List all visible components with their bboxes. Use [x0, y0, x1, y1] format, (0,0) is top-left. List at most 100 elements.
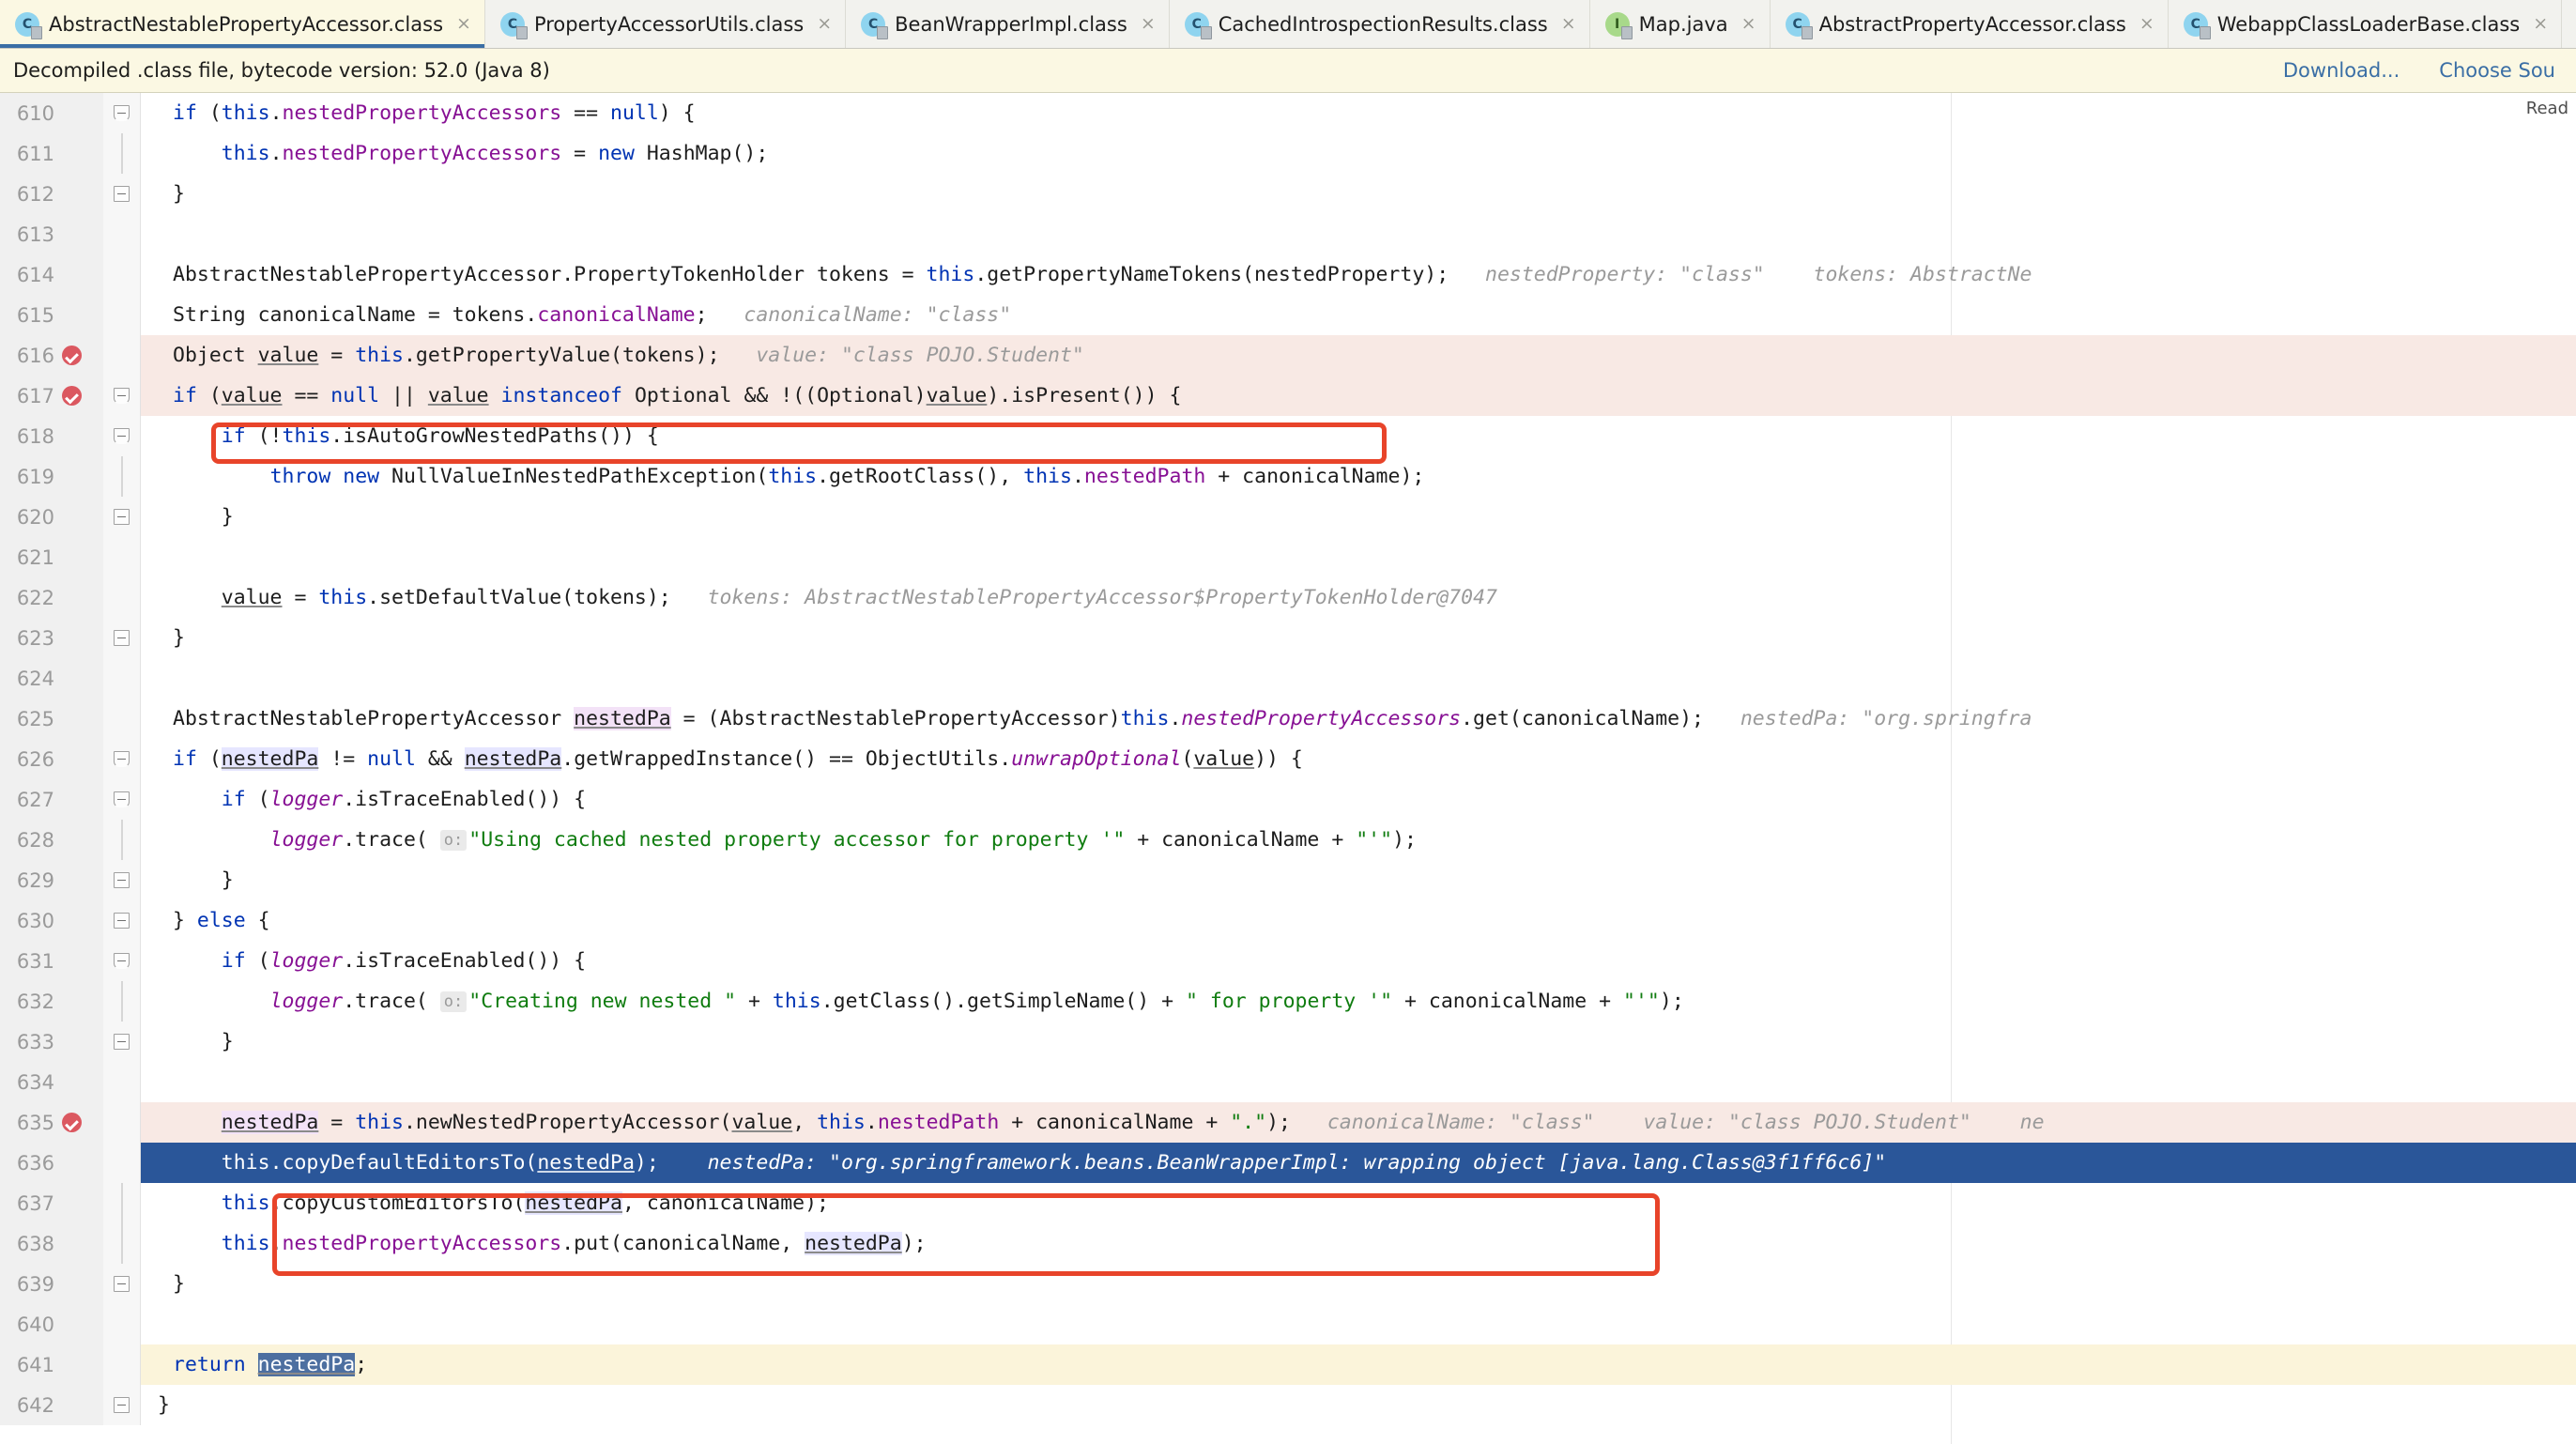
- line-gutter[interactable]: 623: [0, 618, 103, 658]
- breakpoint-slot[interactable]: [58, 386, 84, 406]
- fold-gutter[interactable]: [103, 1183, 141, 1223]
- line-gutter[interactable]: 619: [0, 456, 103, 497]
- choose-sources-link[interactable]: Choose Sou: [2439, 59, 2555, 82]
- line-gutter[interactable]: 617: [0, 376, 103, 416]
- code-line[interactable]: 632 logger .trace( o: "Creating new nested…: [0, 981, 2576, 1022]
- fold-gutter[interactable]: [103, 133, 141, 174]
- line-gutter[interactable]: 625: [0, 699, 103, 739]
- code-line[interactable]: 627 if (logger .isTraceEnabled()) {: [0, 779, 2576, 820]
- line-gutter[interactable]: 612: [0, 174, 103, 214]
- fold-gutter[interactable]: [103, 416, 141, 456]
- fold-gutter[interactable]: [103, 1223, 141, 1264]
- fold-gutter[interactable]: [103, 295, 141, 335]
- fold-gutter[interactable]: [103, 376, 141, 416]
- breakpoint-icon[interactable]: [61, 386, 82, 406]
- tab-close-icon[interactable]: ×: [2533, 15, 2548, 33]
- code-line[interactable]: 639 }: [0, 1264, 2576, 1304]
- breakpoint-slot[interactable]: [58, 1113, 84, 1132]
- fold-gutter[interactable]: [103, 658, 141, 699]
- fold-gutter[interactable]: [103, 537, 141, 577]
- line-gutter[interactable]: 642: [0, 1385, 103, 1425]
- fold-gutter[interactable]: [103, 335, 141, 376]
- fold-gutter[interactable]: [103, 1143, 141, 1183]
- tab-map-java[interactable]: I Map.java ×: [1589, 0, 1771, 48]
- line-gutter[interactable]: 631: [0, 941, 103, 981]
- tab-close-icon[interactable]: ×: [1741, 15, 1756, 33]
- fold-gutter[interactable]: [103, 497, 141, 537]
- fold-gutter[interactable]: [103, 618, 141, 658]
- fold-gutter[interactable]: [103, 779, 141, 820]
- fold-collapse-icon[interactable]: [114, 428, 130, 444]
- line-gutter[interactable]: 633: [0, 1022, 103, 1062]
- fold-collapse-icon[interactable]: [114, 872, 130, 888]
- code-line[interactable]: 616 Object value = this .getPropertyValue…: [0, 335, 2576, 376]
- line-gutter[interactable]: 627: [0, 779, 103, 820]
- code-line[interactable]: 623 }: [0, 618, 2576, 658]
- code-line[interactable]: 617 if (value == null || value instanceo…: [0, 376, 2576, 416]
- fold-gutter[interactable]: [103, 981, 141, 1022]
- code-line[interactable]: 614 AbstractNestablePropertyAccessor.Pro…: [0, 254, 2576, 295]
- code-line[interactable]: 633 }: [0, 1022, 2576, 1062]
- line-gutter[interactable]: 621: [0, 537, 103, 577]
- fold-gutter[interactable]: [103, 1062, 141, 1102]
- code-line[interactable]: 629 }: [0, 860, 2576, 900]
- line-gutter[interactable]: 629: [0, 860, 103, 900]
- fold-collapse-icon[interactable]: [114, 630, 130, 646]
- breakpoint-slot[interactable]: [58, 346, 84, 365]
- code-line[interactable]: 642 }: [0, 1385, 2576, 1425]
- download-link[interactable]: Download...: [2283, 59, 2400, 82]
- code-line[interactable]: 625 AbstractNestablePropertyAccessor nes…: [0, 699, 2576, 739]
- code-editor[interactable]: Read 610 if (this. nestedPropertyAccessor…: [0, 93, 2576, 1444]
- fold-gutter[interactable]: [103, 1102, 141, 1143]
- tab-cachedintrospectionresults[interactable]: C CachedIntrospectionResults.class ×: [1169, 0, 1590, 48]
- fold-gutter[interactable]: [103, 456, 141, 497]
- line-gutter[interactable]: 639: [0, 1264, 103, 1304]
- code-line[interactable]: 622 value = this .setDefaultValue(tokens)…: [0, 577, 2576, 618]
- line-gutter[interactable]: 626: [0, 739, 103, 779]
- fold-gutter[interactable]: [103, 174, 141, 214]
- code-line[interactable]: 613: [0, 214, 2576, 254]
- fold-gutter[interactable]: [103, 1264, 141, 1304]
- fold-gutter[interactable]: [103, 1385, 141, 1425]
- code-line-selected[interactable]: 636 this .copyDefaultEditorsTo(nestedPa);…: [0, 1143, 2576, 1183]
- fold-collapse-icon[interactable]: [114, 913, 130, 929]
- code-line[interactable]: 610 if (this. nestedPropertyAccessors == …: [0, 93, 2576, 133]
- tab-close-icon[interactable]: ×: [456, 15, 471, 33]
- code-line[interactable]: 612 }: [0, 174, 2576, 214]
- line-gutter[interactable]: 610: [0, 93, 103, 133]
- code-line[interactable]: 626 if (nestedPa != null && nestedPa .get…: [0, 739, 2576, 779]
- tab-webappclassloaderbase[interactable]: C WebappClassLoaderBase.class ×: [2168, 0, 2563, 48]
- tab-abstractnestablepropertyaccessor[interactable]: C AbstractNestablePropertyAccessor.class…: [0, 0, 485, 48]
- fold-gutter[interactable]: [103, 577, 141, 618]
- line-gutter[interactable]: 616: [0, 335, 103, 376]
- fold-collapse-icon[interactable]: [114, 509, 130, 525]
- line-gutter[interactable]: 611: [0, 133, 103, 174]
- code-line[interactable]: 615 String canonicalName = tokens. canoni…: [0, 295, 2576, 335]
- fold-collapse-icon[interactable]: [114, 953, 130, 969]
- code-line[interactable]: 611 this. nestedPropertyAccessors = new H…: [0, 133, 2576, 174]
- fold-collapse-icon[interactable]: [114, 186, 130, 202]
- fold-gutter[interactable]: [103, 739, 141, 779]
- code-line[interactable]: 640: [0, 1304, 2576, 1344]
- fold-gutter[interactable]: [103, 214, 141, 254]
- code-line[interactable]: 638 this. nestedPropertyAccessors .put(can…: [0, 1223, 2576, 1264]
- line-gutter[interactable]: 628: [0, 820, 103, 860]
- fold-gutter[interactable]: [103, 1022, 141, 1062]
- line-gutter[interactable]: 638: [0, 1223, 103, 1264]
- tab-close-icon[interactable]: ×: [1561, 15, 1576, 33]
- tab-close-icon[interactable]: ×: [817, 15, 832, 33]
- fold-collapse-icon[interactable]: [114, 1034, 130, 1050]
- fold-gutter[interactable]: [103, 900, 141, 941]
- fold-gutter[interactable]: [103, 820, 141, 860]
- fold-collapse-icon[interactable]: [114, 1397, 130, 1413]
- line-gutter[interactable]: 641: [0, 1344, 103, 1385]
- code-line[interactable]: 628 logger .trace( o: "Using cached nested…: [0, 820, 2576, 860]
- line-gutter[interactable]: 620: [0, 497, 103, 537]
- fold-collapse-icon[interactable]: [114, 751, 130, 767]
- tab-close-icon[interactable]: ×: [2139, 15, 2154, 33]
- line-gutter[interactable]: 613: [0, 214, 103, 254]
- breakpoint-icon[interactable]: [61, 1113, 82, 1132]
- line-gutter[interactable]: 630: [0, 900, 103, 941]
- tab-beanwrapperimpl[interactable]: C BeanWrapperImpl.class ×: [846, 0, 1170, 48]
- line-gutter[interactable]: 635: [0, 1102, 103, 1143]
